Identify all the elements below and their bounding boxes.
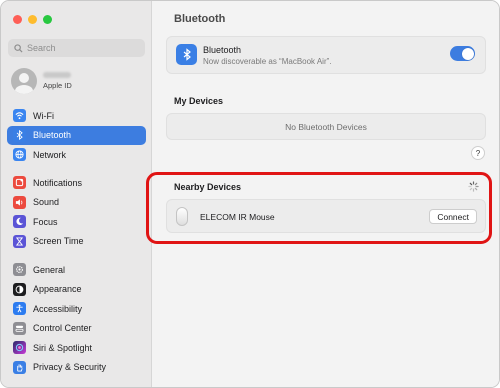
sidebar-item-general[interactable]: General: [7, 260, 146, 280]
sidebar-item-label: Screen Time: [33, 236, 84, 247]
person-icon: [15, 73, 33, 94]
bluetooth-toggle[interactable]: [450, 46, 475, 61]
window-controls: [13, 15, 52, 24]
bluetooth-label: Bluetooth: [203, 45, 242, 55]
siri-icon: [13, 341, 26, 355]
avatar: [11, 68, 37, 94]
device-name: ELECOM IR Mouse: [200, 212, 275, 222]
sidebar-item-network[interactable]: Network: [7, 145, 146, 165]
sidebar-item-bluetooth[interactable]: Bluetooth: [7, 125, 146, 145]
search-input[interactable]: Search: [8, 39, 145, 57]
account-name-redacted: [43, 72, 71, 78]
zoom-button[interactable]: [43, 15, 52, 24]
gear-icon: [13, 263, 26, 277]
settings-window: Search Apple ID Wi-Fi Bluetooth Network …: [0, 0, 500, 388]
speaker-icon: [13, 195, 26, 209]
accessibility-icon: [13, 302, 26, 316]
sidebar-item-label: Privacy & Security: [33, 362, 107, 373]
bluetooth-icon: [13, 128, 26, 142]
sidebar-item-sound[interactable]: Sound: [7, 193, 146, 213]
my-devices-list: No Bluetooth Devices: [166, 113, 486, 140]
sidebar-item-label: Wi-Fi: [33, 110, 54, 121]
main-pane: Bluetooth Bluetooth Now discoverable as …: [146, 1, 499, 387]
sidebar-item-label: Accessibility: [33, 303, 83, 314]
nearby-devices-title: Nearby Devices: [174, 182, 242, 192]
sidebar-item-notifications[interactable]: Notifications: [7, 173, 146, 193]
sidebar-item-privacy-security[interactable]: Privacy & Security: [7, 358, 146, 378]
nav-group-system: General Appearance Accessibility Control…: [7, 260, 146, 377]
sidebar-item-label: General: [33, 264, 66, 275]
bluetooth-toggle-card: Bluetooth Now discoverable as “MacBook A…: [166, 36, 486, 74]
control-center-icon: [13, 321, 26, 335]
sidebar-item-wifi[interactable]: Wi-Fi: [7, 106, 146, 126]
account-subtitle: Apple ID: [43, 81, 72, 90]
discoverable-status: Now discoverable as “MacBook Air”.: [203, 57, 332, 66]
sidebar-item-label: Notifications: [33, 177, 83, 188]
sidebar-item-siri-spotlight[interactable]: Siri & Spotlight: [7, 338, 146, 358]
hand-icon: [13, 360, 26, 374]
toggle-knob: [461, 47, 474, 60]
apple-id-account[interactable]: Apple ID: [11, 68, 72, 94]
mouse-icon: [176, 207, 188, 226]
sidebar-item-label: Bluetooth: [33, 130, 72, 141]
minimize-button[interactable]: [28, 15, 37, 24]
wifi-icon: [13, 109, 26, 123]
globe-icon: [13, 148, 26, 162]
appearance-icon: [13, 282, 26, 296]
sidebar-item-focus[interactable]: Focus: [7, 212, 146, 232]
search-placeholder: Search: [27, 43, 56, 53]
sidebar-item-label: Network: [33, 149, 67, 160]
help-button[interactable]: ?: [471, 146, 485, 160]
my-devices-title: My Devices: [174, 96, 224, 106]
nav-group-alerts: Notifications Sound Focus Screen Time: [7, 173, 146, 251]
sidebar-item-control-center[interactable]: Control Center: [7, 319, 146, 339]
sidebar-item-screen-time[interactable]: Screen Time: [7, 232, 146, 252]
page-title: Bluetooth: [174, 13, 226, 25]
empty-state-text: No Bluetooth Devices: [285, 121, 367, 132]
sidebar-item-appearance[interactable]: Appearance: [7, 280, 146, 300]
hourglass-icon: [13, 234, 26, 248]
sidebar-item-accessibility[interactable]: Accessibility: [7, 299, 146, 319]
sidebar-item-label: Control Center: [33, 323, 92, 334]
moon-icon: [13, 215, 26, 229]
loading-spinner-icon: [468, 181, 479, 192]
sidebar-item-label: Appearance: [33, 284, 82, 295]
sidebar-item-label: Focus: [33, 216, 58, 227]
close-button[interactable]: [13, 15, 22, 24]
search-icon: [14, 43, 23, 53]
nav-group-network: Wi-Fi Bluetooth Network: [7, 106, 146, 165]
sidebar: Search Apple ID Wi-Fi Bluetooth Network …: [1, 1, 152, 387]
nearby-device-row: ELECOM IR Mouse Connect: [166, 199, 486, 233]
sidebar-item-label: Sound: [33, 197, 60, 208]
bluetooth-icon: [176, 44, 197, 65]
connect-button[interactable]: Connect: [429, 209, 477, 224]
bell-icon: [13, 176, 26, 190]
sidebar-item-label: Siri & Spotlight: [33, 342, 93, 353]
